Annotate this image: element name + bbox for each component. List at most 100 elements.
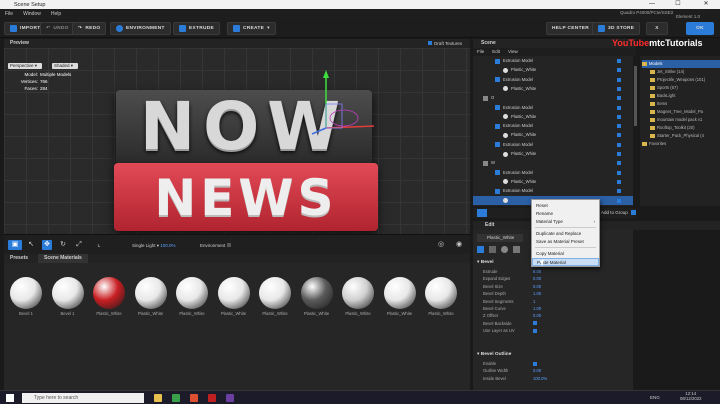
library-folder[interactable]: Favorites (642, 140, 720, 148)
ok-button[interactable]: OK (686, 22, 714, 35)
maximize-button[interactable]: ☐ (666, 0, 690, 9)
scene-tree-row[interactable]: Plastic_White (473, 65, 633, 74)
scene-menu-edit[interactable]: Edit (492, 48, 500, 56)
material-icon[interactable] (477, 246, 484, 253)
scene-tree-row[interactable]: Extrusion Model (473, 56, 633, 65)
settings-icon[interactable]: ◉ (454, 240, 464, 250)
library-folder[interactable]: mountain model pack v1 (650, 116, 720, 124)
library-folder[interactable]: Sports (67) (650, 84, 720, 92)
visibility-toggle-icon[interactable] (617, 152, 621, 156)
library-folder[interactable]: Magnet_Tree_Model_Pa (650, 108, 720, 116)
visibility-toggle-icon[interactable] (617, 77, 621, 82)
property-checkbox[interactable] (533, 361, 537, 366)
material-swatch[interactable] (425, 277, 457, 309)
pivot-tool-icon[interactable]: ⌞ (94, 240, 104, 250)
library-folder[interactable]: Rooftop_Toolkit (20) (650, 124, 720, 132)
select-tool-icon[interactable]: ↖ (26, 240, 36, 250)
property-value-field[interactable]: 1.00 (533, 305, 541, 312)
context-menu-item[interactable]: Rename (532, 210, 599, 218)
property-value-field[interactable]: 8.00 (533, 268, 541, 275)
context-menu-item[interactable]: Reset (532, 202, 599, 210)
visibility-toggle-icon[interactable] (617, 114, 621, 119)
library-folder[interactable]: Items (650, 100, 720, 108)
material-swatch[interactable] (342, 277, 374, 309)
visibility-toggle-icon[interactable] (617, 96, 621, 101)
property-value-field[interactable]: 100.0% (533, 375, 547, 382)
sphere-icon[interactable] (501, 246, 508, 253)
property-checkbox[interactable] (533, 328, 537, 333)
library-folder[interactable]: Starter_Pack_Physical (4 (650, 132, 720, 140)
visibility-toggle-icon[interactable] (617, 170, 621, 175)
draft-textures-toggle[interactable]: Draft Textures (428, 39, 462, 48)
material-swatch[interactable] (176, 277, 208, 309)
scene-menu-view[interactable]: View (508, 48, 518, 56)
visibility-toggle-icon[interactable] (617, 161, 621, 166)
scene-tree-row[interactable]: Extrusion Model (473, 121, 633, 130)
redo-button[interactable]: ↷ REDO (72, 22, 107, 35)
visibility-toggle-icon[interactable] (617, 198, 621, 203)
scene-tree-row[interactable]: Extrusion Model (473, 140, 633, 149)
app-icon[interactable] (190, 394, 198, 402)
app-icon[interactable] (172, 394, 180, 402)
visibility-toggle-icon[interactable] (617, 86, 621, 91)
taskbar-search-input[interactable]: Type here to search (22, 393, 144, 403)
news-3d-text[interactable]: NEWS (114, 163, 378, 231)
transform-gizmo-icon[interactable] (304, 68, 384, 138)
file-explorer-icon[interactable] (154, 394, 162, 402)
context-menu-item[interactable]: Material Type (532, 218, 599, 226)
add-model-icon[interactable] (477, 209, 487, 217)
add-to-group-label[interactable]: Add to Group (601, 210, 628, 215)
library-folder[interactable]: Jet_Strike (14) (650, 68, 720, 76)
extrude-button[interactable]: EXTRUDE (173, 22, 221, 35)
scene-tree-row[interactable]: Plastic_White (473, 112, 633, 121)
scene-tree-row[interactable]: Extrusion Model (473, 103, 633, 112)
create-button[interactable]: CREATE ▾ (227, 22, 276, 35)
library-folder[interactable]: Models (642, 60, 720, 68)
library-folder[interactable]: BackLight (650, 92, 720, 100)
visibility-toggle-icon[interactable] (617, 124, 621, 129)
material-swatch[interactable] (10, 277, 42, 309)
property-checkbox[interactable] (533, 321, 537, 326)
minimize-button[interactable]: — (640, 0, 664, 9)
visibility-toggle-icon[interactable] (617, 189, 621, 194)
menu-file[interactable]: File (5, 11, 13, 17)
close-button[interactable]: ✕ (694, 0, 718, 9)
scene-tree-row[interactable]: Extrusion Model (473, 168, 633, 177)
visibility-toggle-icon[interactable] (617, 68, 621, 73)
context-menu-item[interactable]: Save as Material Preset (532, 238, 599, 246)
visibility-toggle-icon[interactable] (617, 133, 621, 138)
rotate-tool-icon[interactable]: ↻ (58, 240, 68, 250)
scene-tree-row[interactable]: Plastic_White (473, 149, 633, 158)
scene-tree-row[interactable]: Extrusion Model (473, 75, 633, 84)
property-value-field[interactable]: 0.00 (533, 312, 541, 319)
environment-button[interactable]: ENVIRONMENT (110, 22, 171, 35)
clock[interactable]: 12:14 08/12/2022 (680, 391, 702, 401)
visibility-toggle-icon[interactable] (617, 179, 621, 184)
material-swatch[interactable] (383, 277, 416, 309)
undo-button[interactable]: ↶ UNDO (40, 22, 75, 35)
visibility-toggle-icon[interactable] (617, 59, 621, 63)
language-indicator[interactable]: ENG (650, 395, 660, 400)
scene-tree-row[interactable]: W (473, 158, 633, 167)
windows-start-icon[interactable] (6, 394, 14, 402)
property-value-field[interactable]: 0.00 (533, 275, 541, 282)
visibility-toggle-icon[interactable] (617, 105, 621, 110)
context-menu-item[interactable]: Duplicate and Replace (532, 230, 599, 238)
material-swatch[interactable] (134, 277, 167, 309)
view-mode-select[interactable]: Perspective ▾ (8, 63, 42, 69)
material-swatch[interactable] (300, 277, 333, 309)
property-value-field[interactable]: 1.00 (533, 290, 541, 297)
light-preset[interactable]: Single Light ▾ 100.0% (132, 243, 176, 249)
scene-menu-file[interactable]: File (477, 48, 484, 56)
3d-viewport[interactable]: Perspective ▾ Shaded ▾ Model: Multiple M… (4, 48, 470, 234)
camera-icon[interactable]: ▣ (8, 240, 22, 250)
checkbox-icon[interactable] (631, 210, 636, 215)
scene-tree-row[interactable]: Extrusion Model (473, 186, 633, 195)
visibility-toggle-icon[interactable] (617, 142, 621, 147)
property-value-field[interactable]: 0.00 (533, 283, 541, 290)
material-icon[interactable] (489, 246, 496, 253)
property-value-field[interactable]: 1 (533, 298, 535, 305)
scene-tree-row[interactable]: Plastic_White (473, 177, 633, 186)
scene-scrollbar[interactable] (633, 56, 638, 206)
help-center-button[interactable]: HELP CENTER (546, 22, 596, 35)
